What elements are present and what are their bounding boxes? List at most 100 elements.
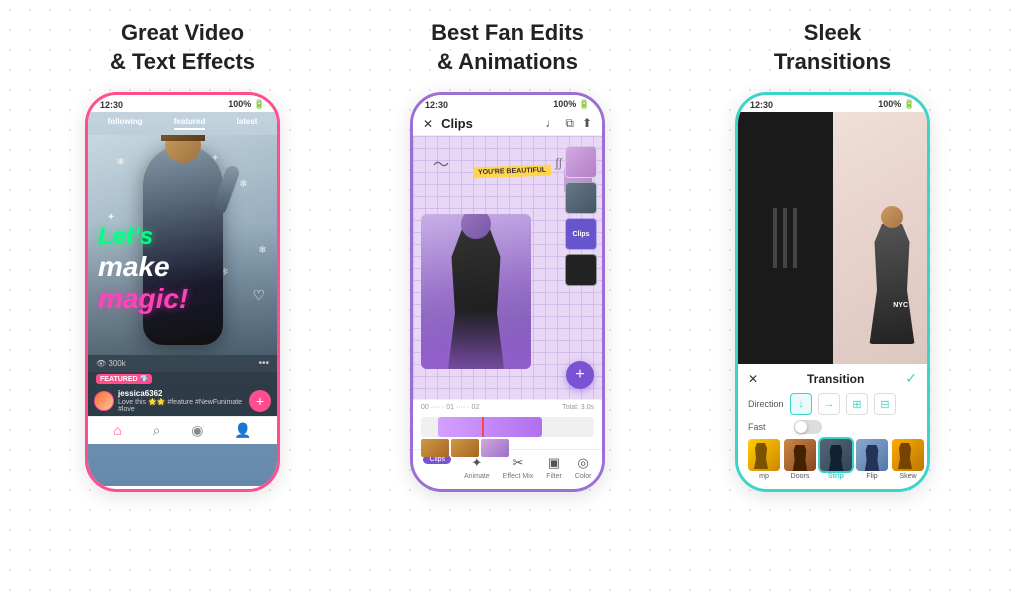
search-icon[interactable]: ⌕ xyxy=(153,422,161,439)
trans-label-doors: Doors xyxy=(791,473,810,480)
ts-thumb-1 xyxy=(421,439,449,457)
phone-3: 12:30 100% 🔋 xyxy=(735,92,930,492)
timeline-thumb-strip xyxy=(421,439,594,457)
color-label: Color xyxy=(575,473,592,480)
tab-animate[interactable]: ✦ Animate xyxy=(464,455,490,480)
home-icon[interactable]: ⌂ xyxy=(113,422,121,439)
squiggle-sticker: 〜 xyxy=(433,151,449,175)
trans-thumb-img-skew xyxy=(892,439,924,471)
direction-btn-other[interactable]: ⊟ xyxy=(874,393,896,415)
direction-label: Direction xyxy=(748,399,784,409)
phone1-content: following featured latest ❄ ✦ ❄ ✦ ❄ ✦ ❄ xyxy=(88,112,277,486)
transition-panel: ✕ Transition ✓ Direction ↓ → ⊞ ⊟ Fast xyxy=(738,364,927,486)
username-1: jessica6362 xyxy=(118,389,245,398)
nav-latest[interactable]: latest xyxy=(237,117,258,130)
clips-title: Clips xyxy=(441,116,537,131)
stripe-1 xyxy=(773,208,777,268)
text-lets: Let's xyxy=(98,223,188,251)
stripe-2 xyxy=(783,208,787,268)
layers-icon[interactable]: ⧉ xyxy=(565,116,574,131)
col2-title: Best Fan Edits& Animations xyxy=(431,18,584,78)
trans-thumb-flip[interactable]: Flip xyxy=(856,439,888,480)
time-3: 12:30 xyxy=(750,100,773,110)
col3-title: SleekTransitions xyxy=(774,18,891,78)
direction-btn-down[interactable]: ↓ xyxy=(790,393,812,415)
battery-3: 100% 🔋 xyxy=(878,99,915,110)
phone-1: 12:30 100% 🔋 following featured latest ❄… xyxy=(85,92,280,492)
youre-beautiful-sticker: YOU'RE BEAUTIFUL xyxy=(473,165,552,179)
trans-title: Transition xyxy=(766,372,905,386)
direction-btn-right[interactable]: → xyxy=(818,393,840,415)
text-overlay: Let's make magic! xyxy=(98,223,188,315)
close-icon-2[interactable]: ✕ xyxy=(423,117,433,131)
battery-2: 100% 🔋 xyxy=(553,99,590,110)
nav-featured[interactable]: featured xyxy=(174,117,206,130)
color-icon: ◎ xyxy=(577,455,588,471)
phone-2: 12:30 100% 🔋 ✕ Clips ♩ ⧉ ⬆ xyxy=(410,92,605,492)
tab-effect-mix[interactable]: ✂ Effect Mix xyxy=(503,455,534,480)
ts-thumb-3 xyxy=(481,439,509,457)
trans-label-flip: Flip xyxy=(866,473,877,480)
phone1-figure: ❄ ✦ ❄ ✦ ❄ ✦ ❄ ✦ xyxy=(88,135,277,355)
tab-filter[interactable]: ▣ Filter xyxy=(546,455,562,480)
filter-icon: ▣ xyxy=(548,455,560,471)
timeline-track[interactable] xyxy=(421,417,594,437)
toggle-knob xyxy=(795,421,807,433)
fast-toggle[interactable] xyxy=(794,420,822,434)
trans-label-mp: mp xyxy=(759,473,769,480)
side-thumb-2[interactable] xyxy=(565,182,597,214)
trans-thumb-strip[interactable]: Strip xyxy=(820,439,852,480)
phone2-content: ✕ Clips ♩ ⧉ ⬆ 〜 ∫∫ YOU'RE BEAUTIF xyxy=(413,112,602,486)
profile-icon[interactable]: 👤 xyxy=(234,422,251,439)
header-icons: ♩ ⧉ ⬆ xyxy=(545,116,592,131)
user-row: jessica6362 Love this 🌟🌟 #feature #NewFu… xyxy=(88,386,277,416)
text-magic: magic! xyxy=(98,283,188,315)
time-1: 12:30 xyxy=(100,100,123,110)
animate-label: Animate xyxy=(464,473,490,480)
trans-header: ✕ Transition ✓ xyxy=(748,370,917,387)
phone1-footer: ⌂ ⌕ ◉ 👤 xyxy=(88,416,277,444)
avatar-1 xyxy=(94,391,114,411)
side-thumbnails: Clips xyxy=(565,146,597,286)
side-thumb-1[interactable] xyxy=(565,146,597,178)
side-thumb-dark[interactable] xyxy=(565,254,597,286)
text-make: make xyxy=(98,251,188,283)
col1-title: Great Video& Text Effects xyxy=(110,18,255,78)
phone2-canvas: 〜 ∫∫ YOU'RE BEAUTIFUL ✋ xyxy=(413,136,602,399)
side-thumb-clips[interactable]: Clips xyxy=(565,218,597,250)
camera-icon[interactable]: ◉ xyxy=(191,422,203,439)
fast-label: Fast xyxy=(748,422,784,432)
fast-row: Fast xyxy=(748,420,917,434)
add-button-1[interactable]: + xyxy=(249,390,271,412)
status-bar-3: 12:30 100% 🔋 xyxy=(738,95,927,112)
nav-following[interactable]: following xyxy=(108,117,143,130)
stripe-3 xyxy=(793,208,797,268)
ts-thumb-2 xyxy=(451,439,479,457)
share-icon[interactable]: ⬆ xyxy=(582,116,592,131)
user-caption-1: Love this 🌟🌟 #feature #NewFunimate #love xyxy=(118,398,245,413)
trans-thumb-doors[interactable]: Doors xyxy=(784,439,816,480)
effect-mix-label: Effect Mix xyxy=(503,473,534,480)
trans-thumb-img-doors xyxy=(784,439,816,471)
trans-thumb-img-flip xyxy=(856,439,888,471)
tab-clips[interactable]: Clips xyxy=(423,455,451,480)
timeline-playhead xyxy=(482,417,484,437)
filter-label: Filter xyxy=(546,473,562,480)
trans-thumb-mp[interactable]: mp xyxy=(748,439,780,480)
effect-mix-icon: ✂ xyxy=(513,455,524,471)
time-markers: 00 ···· · 01 ···· · 02 xyxy=(421,404,479,411)
direction-btn-grid[interactable]: ⊞ xyxy=(846,393,868,415)
trans-thumb-skew[interactable]: Skew xyxy=(892,439,924,480)
video-left xyxy=(738,112,833,364)
tab-color[interactable]: ◎ Color xyxy=(575,455,592,480)
trans-thumb-img-strip xyxy=(820,439,852,471)
status-bar-1: 12:30 100% 🔋 xyxy=(88,95,277,112)
add-button-2[interactable]: + xyxy=(566,361,594,389)
trans-close-icon[interactable]: ✕ xyxy=(748,372,758,386)
trans-label-skew: Skew xyxy=(899,473,916,480)
trans-thumb-img-mp xyxy=(748,439,780,471)
music-icon[interactable]: ♩ xyxy=(545,116,557,131)
nyc-text: NYC xyxy=(893,302,908,309)
trans-check-icon[interactable]: ✓ xyxy=(905,370,917,387)
video-right: NYC xyxy=(833,112,928,364)
